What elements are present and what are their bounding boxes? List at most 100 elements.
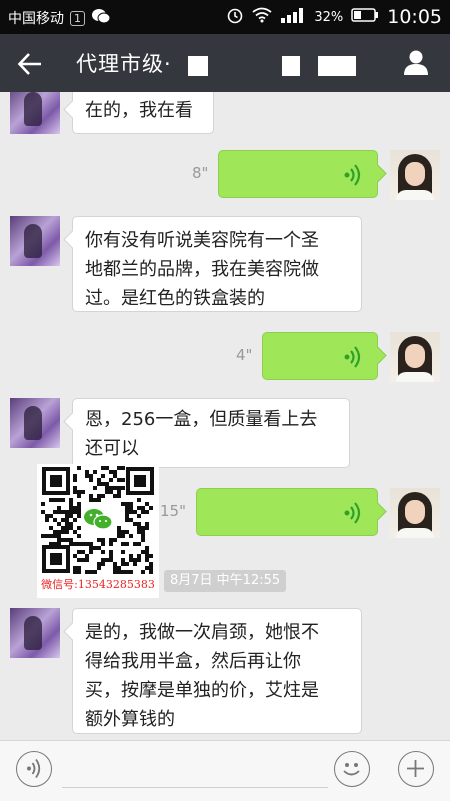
qr-module — [69, 526, 73, 530]
qr-module — [77, 502, 81, 506]
message-bubble-incoming[interactable]: 是的，我做一次肩颈，她恨不 得给我用半盒，然后再让你 买，按摩是单独的价，艾炷是… — [72, 608, 362, 734]
qr-module — [109, 486, 113, 490]
qr-module — [57, 534, 61, 538]
qr-module — [125, 542, 129, 546]
voice-message-bubble[interactable] — [196, 488, 378, 536]
qr-module — [65, 522, 69, 526]
qr-module — [125, 510, 129, 514]
qr-module — [113, 470, 117, 474]
qr-module — [73, 570, 77, 574]
qr-module — [65, 538, 69, 542]
qr-module — [149, 554, 153, 558]
qr-module — [109, 478, 113, 482]
contact-avatar[interactable] — [10, 608, 60, 658]
qr-module — [77, 534, 81, 538]
contact-avatar[interactable] — [10, 216, 60, 266]
qr-module — [69, 514, 73, 518]
qr-module — [141, 538, 145, 542]
qr-module — [109, 554, 113, 558]
qr-module — [101, 494, 105, 498]
qr-module — [93, 498, 97, 502]
message-list[interactable]: 在的，我在看 8" 你有没有听说美容院有一个圣 地都兰的品牌，我在美容院做 过。… — [0, 92, 450, 740]
qr-module — [89, 478, 93, 482]
qr-module — [145, 510, 149, 514]
person-icon[interactable] — [402, 48, 430, 76]
message-bubble-incoming[interactable]: 恩，256一盒，但质量看上去 还可以 — [72, 398, 350, 468]
qr-module — [141, 530, 145, 534]
qr-module — [69, 522, 73, 526]
qr-module — [125, 570, 129, 574]
voice-icon[interactable] — [16, 751, 52, 787]
voice-message-bubble[interactable] — [218, 150, 378, 198]
carrier-name: 中国移动 — [8, 11, 64, 27]
qr-module — [125, 506, 129, 510]
qr-module — [89, 498, 93, 502]
qr-module — [101, 558, 105, 562]
qr-module — [101, 474, 105, 478]
qr-module — [77, 570, 81, 574]
message-bubble-incoming[interactable]: 在的，我在看 — [72, 92, 214, 134]
qr-module — [73, 566, 77, 570]
qr-module — [89, 550, 93, 554]
message-line: 得给我用半盒，然后再让你 — [85, 651, 301, 672]
qr-module — [49, 514, 53, 518]
my-avatar[interactable] — [390, 488, 440, 538]
qr-module — [53, 498, 57, 502]
qr-module — [97, 498, 101, 502]
qr-module — [77, 510, 81, 514]
qr-module — [41, 502, 45, 506]
qr-module — [81, 542, 85, 546]
qr-module — [117, 486, 121, 490]
alarm-icon — [226, 6, 244, 28]
qr-module — [105, 486, 109, 490]
my-avatar[interactable] — [390, 332, 440, 382]
qr-module — [145, 566, 149, 570]
contact-avatar[interactable] — [10, 398, 60, 448]
qr-module — [109, 542, 113, 546]
back-arrow-icon[interactable] — [16, 50, 44, 78]
voice-wave-icon — [344, 502, 361, 524]
qr-module — [57, 530, 61, 534]
redacted-block — [282, 56, 300, 76]
emoji-icon[interactable] — [334, 751, 370, 787]
plus-icon[interactable] — [398, 751, 434, 787]
qr-module — [137, 542, 141, 546]
qr-module — [109, 538, 113, 542]
qr-module — [141, 570, 145, 574]
qr-module — [109, 470, 113, 474]
qr-module — [117, 526, 121, 530]
qr-module — [73, 530, 77, 534]
qr-module — [141, 506, 145, 510]
qr-module — [97, 494, 101, 498]
my-avatar[interactable] — [390, 150, 440, 200]
qr-module — [73, 474, 77, 478]
qr-module — [113, 566, 117, 570]
voice-message-bubble[interactable] — [262, 332, 378, 380]
qr-module — [57, 506, 61, 510]
qr-module — [77, 566, 81, 570]
qr-module — [81, 558, 85, 562]
qr-module — [61, 518, 65, 522]
qr-module — [113, 474, 117, 478]
voice-duration: 15" — [160, 502, 186, 520]
qr-module — [45, 514, 49, 518]
qr-module — [117, 478, 121, 482]
qr-module — [81, 490, 85, 494]
qr-module — [93, 570, 97, 574]
qr-module — [69, 510, 73, 514]
message-input[interactable] — [62, 787, 328, 788]
clock: 10:05 — [387, 6, 442, 28]
message-bubble-incoming[interactable]: 你有没有听说美容院有一个圣 地都兰的品牌，我在美容院做 过。是红色的铁盒装的 — [72, 216, 362, 312]
contact-avatar[interactable] — [10, 92, 60, 134]
qr-module — [121, 550, 125, 554]
message-timestamp: 8月7日 中午12:55 — [164, 570, 287, 592]
qr-module — [77, 490, 81, 494]
input-bar — [0, 740, 450, 801]
qr-module — [93, 546, 97, 550]
qr-module — [69, 538, 73, 542]
battery-percent: 32% — [314, 9, 344, 25]
qr-module — [53, 534, 57, 538]
qr-module — [145, 526, 149, 530]
message-line: 额外算钱的 — [85, 709, 175, 730]
qr-module — [117, 570, 121, 574]
